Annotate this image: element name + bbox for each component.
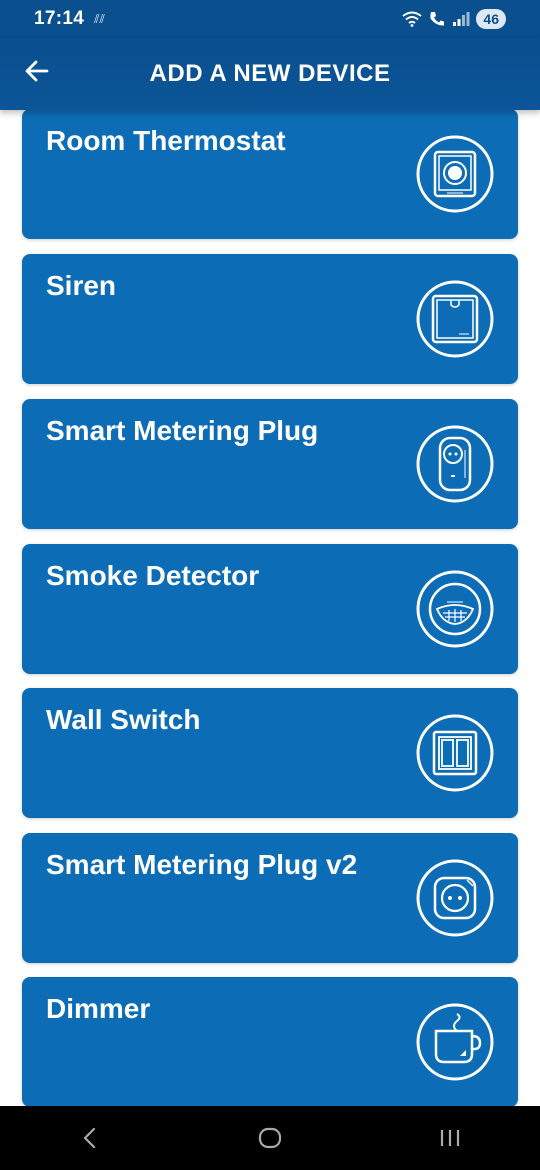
- device-card-wall-switch[interactable]: Wall Switch: [22, 688, 518, 818]
- siren-icon: [416, 280, 494, 358]
- arrow-left-icon: [25, 60, 49, 82]
- device-label: Smoke Detector: [46, 560, 260, 591]
- status-icons: 46: [402, 9, 506, 29]
- device-label: Dimmer: [46, 993, 151, 1024]
- page-title: ADD A NEW DEVICE: [149, 60, 391, 87]
- device-label: Smart Metering Plug: [46, 415, 319, 446]
- device-label: Siren: [46, 270, 117, 301]
- metering-plug-icon: [416, 425, 494, 503]
- nav-back-icon: [83, 1127, 96, 1149]
- device-card-dimmer[interactable]: Dimmer: [22, 977, 518, 1106]
- dimmer-icon: [416, 1003, 494, 1081]
- device-card-smoke-detector[interactable]: Smoke Detector: [22, 544, 518, 674]
- device-label: Room Thermostat: [46, 125, 286, 156]
- status-time: 17:14: [34, 8, 85, 29]
- wifi-icon: [402, 11, 423, 27]
- metering-plug-v2-icon: [416, 859, 494, 937]
- call-icon: [430, 12, 445, 26]
- battery-badge: 46: [476, 9, 506, 29]
- nav-recents-button[interactable]: [420, 1113, 480, 1163]
- nav-back-button[interactable]: [60, 1113, 120, 1163]
- signal-icon: [453, 12, 470, 26]
- device-card-room-thermostat[interactable]: Room Thermostat: [22, 110, 518, 239]
- nav-home-button[interactable]: [240, 1113, 300, 1163]
- device-card-siren[interactable]: Siren: [22, 254, 518, 384]
- wall-switch-icon: [416, 714, 494, 792]
- device-label: Wall Switch: [46, 704, 201, 735]
- device-label: Smart Metering Plug v2: [46, 849, 358, 880]
- device-card-smart-metering-plug[interactable]: Smart Metering Plug: [22, 399, 518, 529]
- app-bar: ADD A NEW DEVICE: [0, 38, 540, 110]
- system-nav-bar: [0, 1106, 540, 1170]
- thermostat-icon: [416, 135, 494, 213]
- status-bar: 17:14 ⫽⫽ 46: [0, 0, 540, 38]
- device-card-smart-metering-plug-v2[interactable]: Smart Metering Plug v2: [22, 833, 518, 963]
- smoke-detector-icon: [416, 570, 494, 648]
- nav-recents-icon: [440, 1130, 460, 1146]
- status-notification-icon: ⫽⫽: [94, 11, 105, 26]
- back-button[interactable]: [20, 54, 54, 88]
- nav-home-icon: [258, 1127, 282, 1149]
- device-list[interactable]: Room Thermostat Siren Smart Metering Plu…: [0, 110, 540, 1106]
